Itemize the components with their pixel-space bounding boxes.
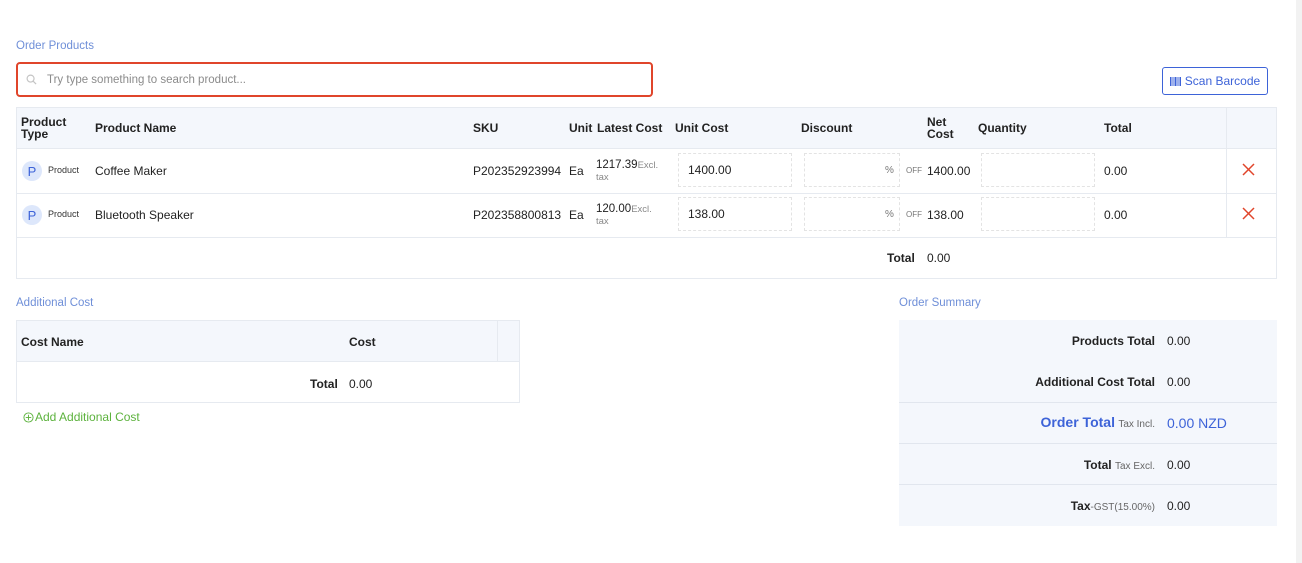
order-products-table: Product Type Product Name SKU Unit Lates… (16, 107, 1277, 279)
products-total-value: 0.00 (1167, 334, 1191, 348)
product-unit: Ea (569, 208, 584, 222)
latest-cost-tax: tax (596, 216, 609, 227)
quantity-input[interactable] (981, 197, 1095, 231)
product-search-input[interactable] (47, 69, 637, 91)
product-unit: Ea (569, 164, 584, 178)
products-footer-total-value: 0.00 (927, 251, 951, 265)
col-product-name: Product Name (95, 121, 177, 135)
latest-cost-excl: Excl. (637, 160, 659, 171)
product-latest-cost: 120.00Excl. tax (596, 203, 652, 228)
cost-footer-total-value: 0.00 (349, 377, 373, 391)
col-sku: SKU (473, 121, 499, 135)
products-total-label: Products Total (1072, 334, 1155, 348)
product-latest-cost: 1217.39Excl. tax (596, 159, 658, 184)
additional-cost-total-label: Additional Cost Total (1035, 375, 1155, 389)
order-total-label: Order Total Tax Incl. (1041, 414, 1155, 430)
col-cost-name: Cost Name (21, 335, 84, 349)
page-right-edge (1296, 0, 1302, 563)
add-additional-cost-label: Add Additional Cost (35, 410, 140, 424)
unit-cost-input[interactable]: 138.00 (678, 197, 792, 231)
additional-cost-total-value: 0.00 (1167, 375, 1191, 389)
additional-cost-total-label-text: Additional Cost Total (1035, 375, 1155, 389)
total-tax-excl-sub: Tax Excl. (1114, 461, 1155, 472)
summary-divider (899, 443, 1277, 444)
additional-cost-table: Cost Name Cost Total 0.00 (16, 320, 520, 403)
product-sku: P202358800813 (473, 208, 562, 222)
order-summary-panel: Products Total 0.00 Additional Cost Tota… (899, 320, 1277, 526)
plus-circle-icon (23, 411, 34, 423)
product-total: 0.00 (1104, 164, 1128, 178)
barcode-icon (1169, 76, 1181, 86)
col-unit: Unit (569, 121, 593, 135)
quantity-input[interactable] (981, 153, 1095, 187)
latest-cost-tax: tax (596, 172, 609, 183)
product-type-badge: P (22, 161, 42, 181)
order-total-label-text: Order Total (1040, 414, 1115, 430)
total-tax-excl-label-text: Total (1083, 458, 1112, 472)
latest-cost-value: 1217.39 (596, 159, 638, 171)
order-products-title: Order Products (16, 40, 94, 52)
cost-action-divider (497, 321, 498, 362)
scan-barcode-label: Scan Barcode (1184, 74, 1261, 88)
product-sku: P202352923994 (473, 164, 562, 178)
add-additional-cost-link[interactable]: Add Additional Cost (23, 410, 140, 424)
scan-barcode-button[interactable]: Scan Barcode (1162, 67, 1268, 95)
cost-footer-total-label: Total (310, 377, 338, 391)
latest-cost-excl: Excl. (631, 204, 652, 215)
col-latest-cost: Latest Cost (597, 121, 663, 135)
additional-cost-title: Additional Cost (16, 297, 94, 309)
close-icon[interactable] (1242, 207, 1255, 220)
col-net-cost-line2: Cost (927, 127, 954, 141)
summary-divider (899, 402, 1277, 403)
tax-label-text: Tax (1070, 499, 1091, 513)
product-search[interactable] (16, 62, 653, 97)
product-type: Product (48, 209, 80, 219)
product-total: 0.00 (1104, 208, 1128, 222)
col-total: Total (1104, 121, 1132, 135)
products-table-header: Product Type Product Name SKU Unit Lates… (17, 108, 1276, 149)
tax-value: 0.00 (1167, 499, 1191, 513)
product-name: Bluetooth Speaker (95, 208, 194, 222)
products-footer-total-label: Total (887, 251, 915, 265)
discount-off-label: OFF (906, 210, 922, 219)
product-name: Coffee Maker (95, 164, 167, 178)
product-type: Product (48, 165, 80, 175)
product-type-badge: P (22, 205, 42, 225)
close-icon[interactable] (1242, 163, 1255, 176)
discount-off-label: OFF (906, 166, 922, 175)
summary-divider (899, 484, 1277, 485)
discount-percent-suffix: % (885, 165, 894, 176)
product-net-cost: 1400.00 (927, 164, 971, 178)
order-total-value: 0.00 NZD (1167, 415, 1227, 431)
total-tax-excl-label: Total Tax Excl. (1084, 458, 1155, 472)
products-total-label-text: Products Total (1071, 334, 1155, 348)
col-product-type-line2: Type (21, 127, 49, 141)
tax-sub: -GST(15.00%) (1090, 502, 1155, 513)
action-column-divider (1226, 108, 1227, 238)
col-cost: Cost (349, 335, 376, 349)
col-quantity: Quantity (978, 121, 1027, 135)
search-icon (26, 74, 37, 85)
col-unit-cost: Unit Cost (675, 121, 729, 135)
col-product-type: Product Type (21, 116, 66, 140)
row-divider (17, 237, 1276, 238)
unit-cost-input[interactable]: 1400.00 (678, 153, 792, 187)
col-net-cost: Net Cost (927, 116, 954, 140)
discount-percent-suffix: % (885, 209, 894, 220)
cost-table-header: Cost Name Cost (17, 321, 519, 362)
order-summary-title: Order Summary (899, 297, 981, 309)
latest-cost-value: 120.00 (596, 203, 632, 215)
product-net-cost: 138.00 (927, 208, 964, 222)
total-tax-excl-value: 0.00 (1167, 458, 1191, 472)
order-total-sub: Tax Incl. (1118, 419, 1155, 430)
tax-label: Tax-GST(15.00%) (1071, 499, 1155, 513)
col-discount: Discount (801, 121, 853, 135)
row-divider (17, 193, 1276, 194)
